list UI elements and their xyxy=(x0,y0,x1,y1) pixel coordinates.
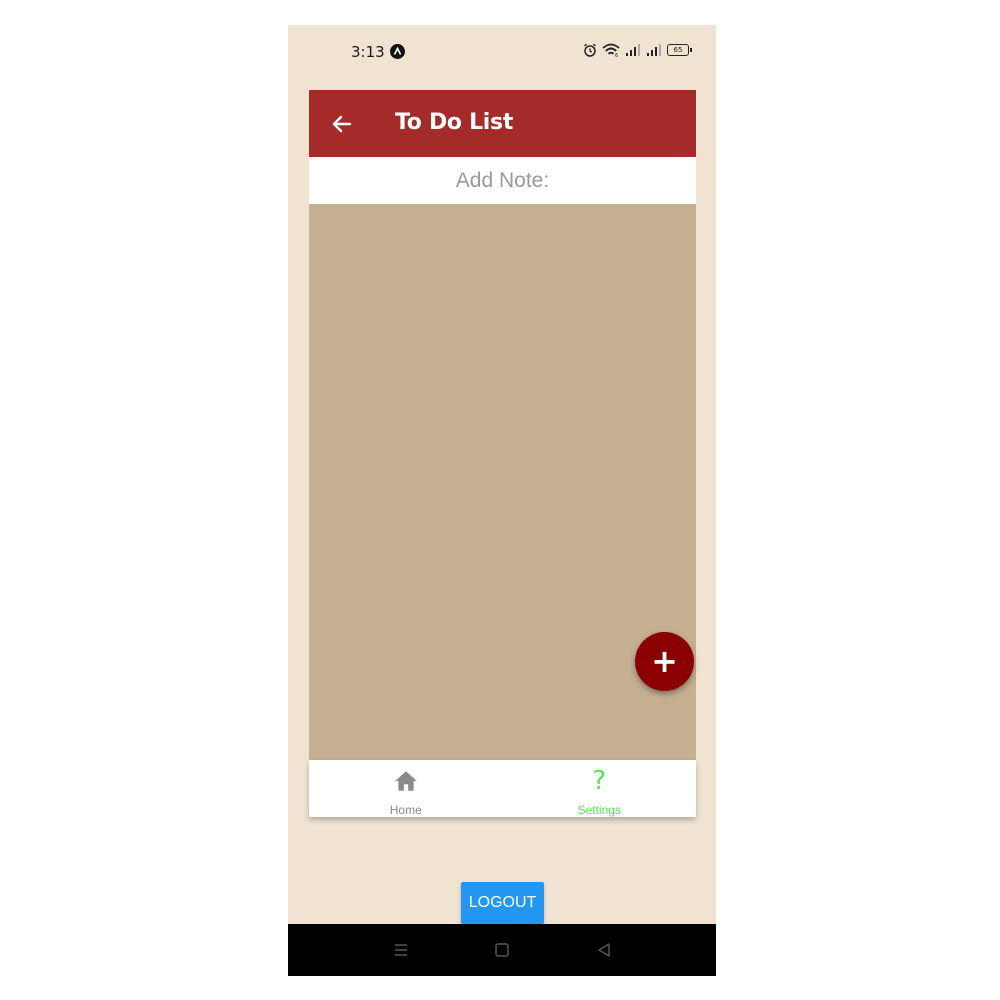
notes-list-area xyxy=(309,204,696,760)
app-notification-icon xyxy=(390,44,405,59)
tab-settings-label: Settings xyxy=(577,803,621,817)
status-bar: 3:13 6 65 xyxy=(288,25,716,79)
tab-home[interactable]: Home xyxy=(309,760,503,817)
menu-icon[interactable] xyxy=(391,940,411,960)
status-icons: 6 65 xyxy=(583,43,692,57)
svg-text:6: 6 xyxy=(615,53,618,57)
page-title: To Do List xyxy=(395,110,514,135)
system-nav-bar xyxy=(288,924,716,976)
phone-screen: 3:13 6 65 To Do List Add Note: + Home ? … xyxy=(288,25,716,976)
arrow-back-icon[interactable] xyxy=(330,112,354,136)
alarm-icon xyxy=(584,43,596,57)
signal-icon xyxy=(647,43,661,56)
signal-icon xyxy=(626,43,640,56)
question-icon: ? xyxy=(592,766,607,796)
tab-settings[interactable]: ? Settings xyxy=(503,760,697,817)
home-square-icon[interactable] xyxy=(492,940,512,960)
add-note-button[interactable]: + xyxy=(635,632,694,691)
add-note-input[interactable]: Add Note: xyxy=(309,157,696,204)
battery-icon: 65 xyxy=(667,44,692,56)
logout-button[interactable]: LOGOUT xyxy=(461,882,544,924)
app-header: To Do List xyxy=(309,90,696,157)
home-icon xyxy=(394,771,417,791)
status-time: 3:13 xyxy=(351,43,385,61)
tab-home-label: Home xyxy=(389,803,422,817)
wifi-icon: 6 xyxy=(602,43,620,57)
bottom-tab-bar: Home ? Settings xyxy=(309,760,696,817)
back-triangle-icon[interactable] xyxy=(594,940,614,960)
